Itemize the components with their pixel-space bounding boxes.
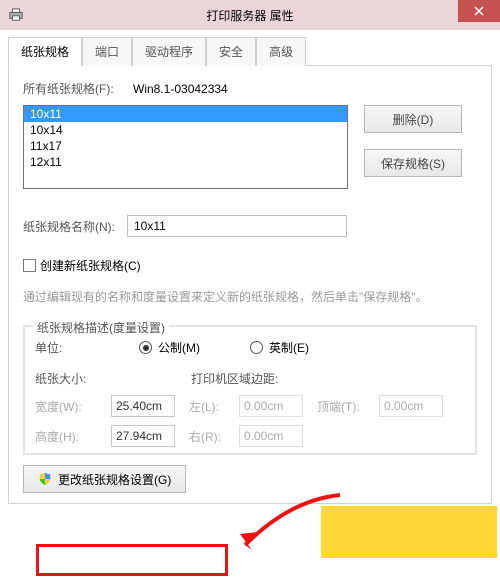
form-name-label: 纸张规格名称(N): <box>23 218 115 235</box>
forms-label: 所有纸张规格(F): <box>23 80 133 97</box>
list-item[interactable]: 10x11 <box>24 106 347 122</box>
paper-size-header: 纸张大小: <box>35 370 191 387</box>
radio-imperial[interactable] <box>250 341 263 354</box>
radio-metric-label: 公制(M) <box>158 339 200 356</box>
radio-imperial-label: 英制(E) <box>269 339 309 356</box>
list-item[interactable]: 12x11 <box>24 154 347 170</box>
tab-panel: 所有纸张规格(F): Win8.1-03042334 10x11 10x14 1… <box>8 66 492 504</box>
unit-label: 单位: <box>35 339 89 356</box>
tabstrip: 纸张规格 端口 驱动程序 安全 高级 <box>8 36 492 66</box>
right-input[interactable] <box>239 425 303 447</box>
annotation-highlight <box>36 544 228 576</box>
tab-advanced[interactable]: 高级 <box>256 37 306 66</box>
window-title: 打印服务器 属性 <box>206 7 293 24</box>
fieldset-legend: 纸张规格描述(度量设置) <box>33 319 169 336</box>
tab-ports[interactable]: 端口 <box>82 37 132 66</box>
width-label: 宽度(W): <box>35 398 107 415</box>
forms-listbox[interactable]: 10x11 10x14 11x17 12x11 <box>23 105 348 189</box>
server-name: Win8.1-03042334 <box>133 82 228 96</box>
close-icon <box>474 6 484 16</box>
tab-drivers[interactable]: 驱动程序 <box>132 37 206 66</box>
height-input[interactable] <box>111 425 175 447</box>
change-button-label: 更改纸张规格设置(G) <box>58 471 171 488</box>
tab-forms[interactable]: 纸张规格 <box>8 37 82 66</box>
close-button[interactable] <box>458 0 500 22</box>
printer-icon <box>8 8 24 22</box>
shield-icon <box>38 472 52 486</box>
radio-metric[interactable] <box>139 341 152 354</box>
margin-header: 打印机区域边距: <box>191 370 278 387</box>
form-name-input[interactable] <box>127 215 347 237</box>
change-form-settings-button[interactable]: 更改纸张规格设置(G) <box>23 465 186 493</box>
tab-security[interactable]: 安全 <box>206 37 256 66</box>
left-input[interactable] <box>239 395 303 417</box>
create-new-checkbox[interactable] <box>23 259 36 272</box>
left-label: 左(L): <box>189 398 235 415</box>
measurements-fieldset: 纸张规格描述(度量设置) 单位: 公制(M) 英制(E) 纸张大小: 打印机区域… <box>23 325 477 455</box>
right-label: 右(R): <box>189 428 235 445</box>
titlebar: 打印服务器 属性 <box>0 0 500 30</box>
list-item[interactable]: 11x17 <box>24 138 347 154</box>
annotation-overlay <box>321 506 497 558</box>
top-label: 顶端(T): <box>317 398 375 415</box>
save-form-button[interactable]: 保存规格(S) <box>364 149 462 177</box>
dialog-body: 纸张规格 端口 驱动程序 安全 高级 所有纸张规格(F): Win8.1-030… <box>0 36 500 512</box>
width-input[interactable] <box>111 395 175 417</box>
top-input[interactable] <box>379 395 443 417</box>
list-item[interactable]: 10x14 <box>24 122 347 138</box>
hint-text: 通过编辑现有的名称和度量设置来定义新的纸张规格，然后单击"保存规格"。 <box>23 288 477 307</box>
height-label: 高度(H): <box>35 428 107 445</box>
delete-button[interactable]: 删除(D) <box>364 105 462 133</box>
create-new-label: 创建新纸张规格(C) <box>40 257 141 274</box>
